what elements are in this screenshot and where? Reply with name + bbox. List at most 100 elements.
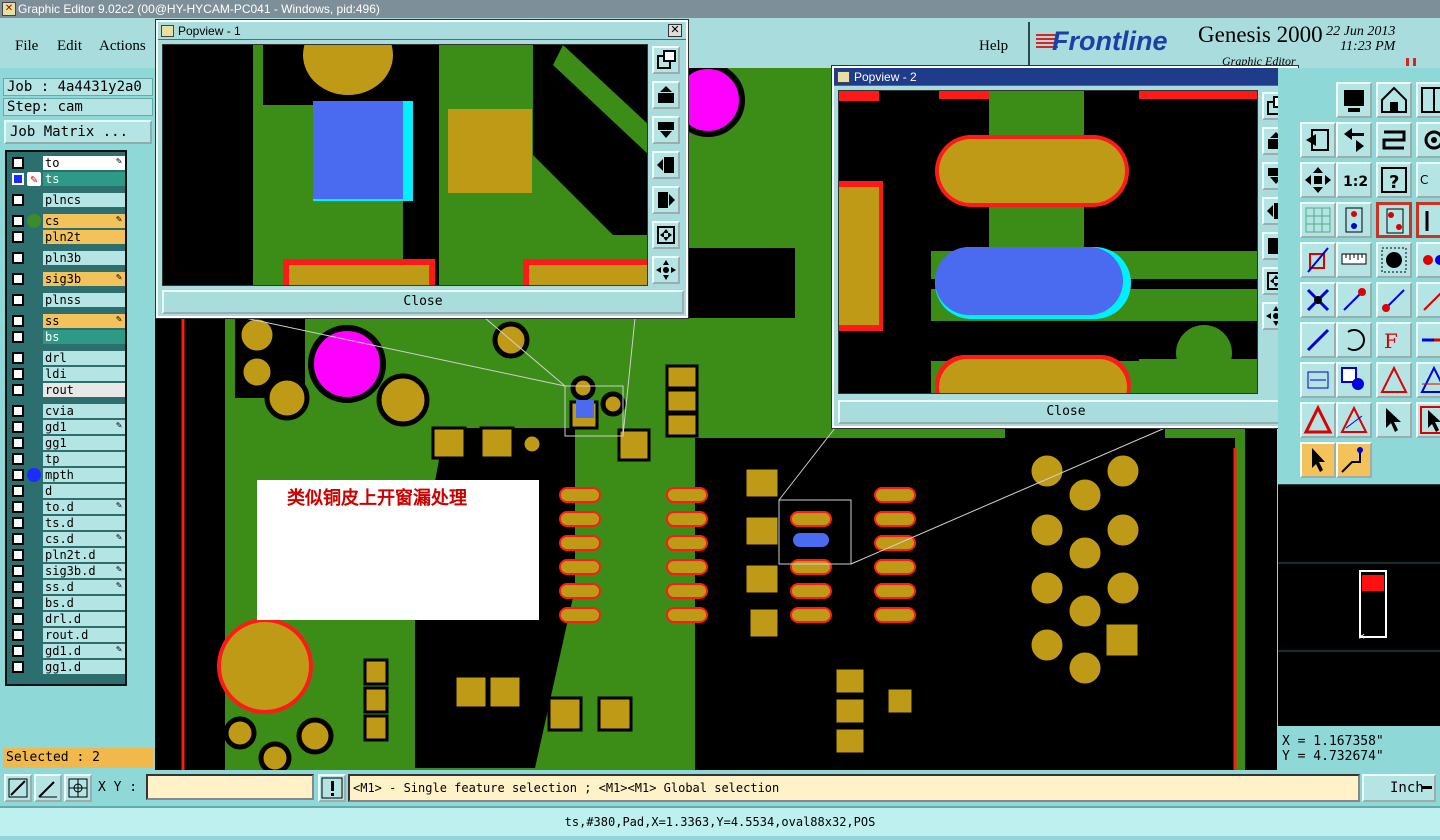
layer-row-gg1[interactable]: gg1 xyxy=(9,436,125,450)
measure-button[interactable] xyxy=(34,774,62,802)
layer-checkbox[interactable] xyxy=(12,517,24,529)
enter-tool-button[interactable] xyxy=(1300,122,1336,158)
alert-button[interactable] xyxy=(318,774,346,802)
layer-row-pln3b[interactable]: pln3b xyxy=(9,251,125,265)
layer-name[interactable]: pln2t xyxy=(43,230,125,244)
layer-name[interactable]: gd1.d xyxy=(43,644,125,658)
layer-display-dot-icon[interactable] xyxy=(27,214,41,228)
layer-row-to[interactable]: to ✎ xyxy=(9,156,125,170)
cross-tool-button[interactable] xyxy=(1300,282,1336,318)
layer-row-cs-d[interactable]: cs.d ✎ xyxy=(9,532,125,546)
zoom-in-button[interactable] xyxy=(652,81,680,109)
layer-row-gg1-d[interactable]: gg1.d xyxy=(9,660,125,674)
window-layout-tool-button[interactable] xyxy=(1416,82,1440,118)
layer-checkbox[interactable] xyxy=(12,294,24,306)
pointer-select-tool-button[interactable] xyxy=(1300,442,1336,478)
layer-checkbox[interactable] xyxy=(12,533,24,545)
layer-checkbox[interactable] xyxy=(12,231,24,243)
menu-actions[interactable]: Actions xyxy=(99,38,146,55)
layer-checkbox[interactable] xyxy=(12,215,24,227)
zoom-out-button[interactable] xyxy=(4,774,32,802)
layer-checkbox[interactable] xyxy=(12,613,24,625)
layer-checkbox[interactable] xyxy=(12,421,24,433)
layer-checkbox[interactable] xyxy=(12,384,24,396)
layer-name[interactable]: rout.d xyxy=(43,628,125,642)
grid-snap-button[interactable] xyxy=(64,774,92,802)
gear-tool-button[interactable] xyxy=(1416,122,1440,158)
layer-name[interactable]: gg1 xyxy=(43,436,125,450)
zoom-fit-button[interactable] xyxy=(652,221,680,249)
layer-name[interactable]: d xyxy=(43,484,125,498)
layer-checkbox[interactable] xyxy=(12,549,24,561)
popview-2-close-button[interactable]: Close xyxy=(838,400,1294,424)
layer-name[interactable]: gg1.d xyxy=(43,660,125,674)
line-add-tool-button[interactable] xyxy=(1336,282,1372,318)
job-matrix-button[interactable]: Job Matrix ... xyxy=(4,120,152,144)
triangle-select-tool-button[interactable] xyxy=(1416,362,1440,398)
popview-1-window[interactable]: Popview - 1 ✕ Close xyxy=(155,19,689,319)
layer-row-sig3b-d[interactable]: sig3b.d ✎ xyxy=(9,564,125,578)
draw-line-tool-button[interactable] xyxy=(1300,322,1336,358)
text-tool-button[interactable]: F xyxy=(1376,322,1412,358)
menu-file[interactable]: File xyxy=(15,38,38,55)
layer-name[interactable]: mpth xyxy=(43,468,125,482)
layer-name[interactable]: bs.d xyxy=(43,596,125,610)
net-tool-button[interactable] xyxy=(1336,202,1372,238)
layer-row-to-d[interactable]: to.d ✎ xyxy=(9,500,125,514)
layer-checkbox[interactable] xyxy=(12,273,24,285)
layer-row-plncs[interactable]: plncs xyxy=(9,193,125,207)
layer-row-gd1-d[interactable]: gd1.d ✎ xyxy=(9,644,125,658)
layer-checkbox[interactable] xyxy=(12,469,24,481)
copy-tool-button[interactable] xyxy=(1336,362,1372,398)
layer-name[interactable]: gd1 xyxy=(43,420,125,434)
layer-name[interactable]: pln3b xyxy=(43,251,125,265)
layer-checkbox[interactable] xyxy=(12,194,24,206)
display-tool-button[interactable] xyxy=(1336,82,1372,118)
layer-name[interactable]: cs xyxy=(43,214,125,228)
units-selector[interactable]: Inch xyxy=(1362,774,1436,802)
layer-name[interactable]: ldi xyxy=(43,367,125,381)
pointer-tool-button[interactable] xyxy=(1376,402,1412,438)
layer-checkbox[interactable] xyxy=(12,331,24,343)
zoom-window-button[interactable] xyxy=(652,46,680,74)
layer-name[interactable]: drl xyxy=(43,351,125,365)
layer-row-ss[interactable]: ss ✎ xyxy=(9,314,125,328)
popview-2-titlebar[interactable]: Popview - 2 ✕ xyxy=(834,68,1296,86)
layer-name[interactable]: ts.d xyxy=(43,516,125,530)
scale-tool-button[interactable]: 1:2 xyxy=(1336,162,1372,198)
layer-checkbox[interactable] xyxy=(12,661,24,673)
layer-row-mpth[interactable]: mpth xyxy=(9,468,125,482)
layer-name[interactable]: ss.d xyxy=(43,580,125,594)
pan-right-button[interactable] xyxy=(652,186,680,214)
layer-name[interactable]: tp xyxy=(43,452,125,466)
layer-name[interactable]: drl.d xyxy=(43,612,125,626)
layer-row-ss-d[interactable]: ss.d ✎ xyxy=(9,580,125,594)
layer-checkbox[interactable] xyxy=(12,565,24,577)
layer-row-ts-d[interactable]: ts.d xyxy=(9,516,125,530)
swap-tool-button[interactable] xyxy=(1336,122,1372,158)
popview-1-view[interactable] xyxy=(162,44,648,286)
layer-name[interactable]: plnss xyxy=(43,293,125,307)
layer-name[interactable]: ss xyxy=(43,314,125,328)
zoom-out-button[interactable] xyxy=(652,116,680,144)
diagonal-tool-button[interactable] xyxy=(1416,282,1440,318)
popview-2-window[interactable]: Popview - 2 ✕ Close xyxy=(831,65,1299,429)
layer-row-rout-d[interactable]: rout.d xyxy=(9,628,125,642)
layer-row-gd1[interactable]: gd1 ✎ xyxy=(9,420,125,434)
arc-tool-button[interactable] xyxy=(1336,322,1372,358)
layer-name[interactable]: sig3b.d xyxy=(43,564,125,578)
layer-name[interactable]: ts xyxy=(43,172,125,186)
layer-checkbox[interactable] xyxy=(12,485,24,497)
layer-name[interactable]: cvia xyxy=(43,404,125,418)
layer-checkbox[interactable] xyxy=(12,405,24,417)
xy-input[interactable] xyxy=(146,774,314,800)
measure-box-tool-button[interactable] xyxy=(1300,362,1336,398)
net-select-tool-button[interactable] xyxy=(1376,202,1412,238)
popview-1-titlebar[interactable]: Popview - 1 ✕ xyxy=(158,22,686,40)
layer-checkbox[interactable] xyxy=(12,315,24,327)
move-tool-button[interactable] xyxy=(1300,162,1336,198)
popview-2-view[interactable] xyxy=(838,90,1258,394)
line-edit-tool-button[interactable] xyxy=(1376,282,1412,318)
layer-row-drl-d[interactable]: drl.d xyxy=(9,612,125,626)
layer-checkbox[interactable] xyxy=(12,629,24,641)
